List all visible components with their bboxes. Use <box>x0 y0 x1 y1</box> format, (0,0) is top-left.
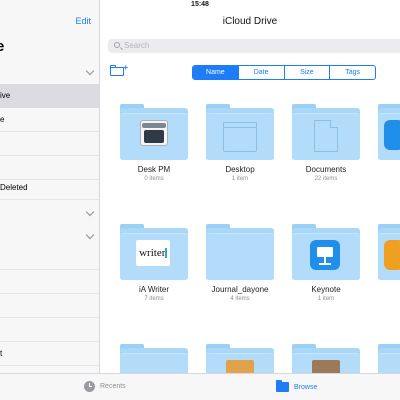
app-icon <box>384 240 400 270</box>
sidebar-item[interactable] <box>0 132 99 156</box>
sidebar-item-label: Deleted <box>0 183 28 192</box>
folder-item[interactable]: Journal_dayone 4 items <box>206 224 274 304</box>
tab-browse-label: Browse <box>294 383 318 391</box>
folder-name: Documents <box>305 165 347 174</box>
writer-icon: writer <box>136 240 170 266</box>
search-placeholder: Search <box>124 41 150 50</box>
search-input[interactable]: Search <box>108 39 400 53</box>
window-icon <box>223 122 257 152</box>
tab-browse[interactable]: Browse <box>276 380 318 392</box>
sidebar: Edit e ive e Deleted <box>0 0 100 373</box>
sidebar-item[interactable] <box>0 294 99 318</box>
tab-bar: Recents Browse <box>0 373 400 400</box>
folder-item[interactable]: writer iA Writer 7 items <box>120 224 188 304</box>
writer-icon-text: writer <box>139 247 166 259</box>
sort-date-tab[interactable]: Date <box>237 66 284 79</box>
keynote-icon <box>310 240 340 270</box>
sort-tags-tab[interactable]: Tags <box>329 66 375 79</box>
app-icon <box>384 120 400 150</box>
folder-count: 22 items <box>314 176 338 182</box>
sidebar-title: e <box>0 38 4 55</box>
folder-name: Keynote <box>311 285 341 294</box>
chevron-down-icon[interactable] <box>85 230 95 240</box>
photo-icon <box>226 360 254 373</box>
folder-item[interactable] <box>292 344 360 373</box>
folder-icon <box>276 380 289 392</box>
folder-count: 1 item <box>317 296 335 302</box>
sidebar-item[interactable]: e <box>0 108 99 132</box>
page-title: iCloud Drive <box>222 16 278 27</box>
folder-item[interactable]: Desk PM 0 items <box>120 104 188 184</box>
sidebar-item-label: e <box>0 115 5 124</box>
search-icon <box>114 42 120 48</box>
sidebar-item[interactable] <box>0 318 99 342</box>
sort-segmented-control: Name Date Size Tags <box>192 65 376 80</box>
folder-item[interactable] <box>378 104 400 184</box>
typewriter-icon <box>140 120 168 146</box>
chevron-down-icon[interactable] <box>85 66 95 76</box>
folder-item[interactable]: Keynote 1 item <box>292 224 360 304</box>
sidebar-item[interactable] <box>0 246 99 270</box>
folder-item[interactable]: Documents 22 items <box>292 104 360 184</box>
photo-icon <box>312 360 340 373</box>
sidebar-item-icloud-drive[interactable]: ive <box>0 84 99 108</box>
sidebar-item-label: t <box>0 349 3 358</box>
folder-item[interactable] <box>206 344 274 373</box>
edit-button[interactable]: Edit <box>75 16 91 26</box>
tab-recents-label: Recents <box>100 383 126 390</box>
sidebar-item-recently-deleted[interactable]: Deleted <box>0 176 99 200</box>
sidebar-item[interactable]: t <box>0 342 99 366</box>
folder-item[interactable] <box>378 224 400 304</box>
document-icon <box>314 120 338 152</box>
folder-item[interactable] <box>378 344 400 373</box>
clock-icon <box>84 381 95 392</box>
sort-size-tab[interactable]: Size <box>283 66 330 79</box>
sidebar-item[interactable] <box>0 270 99 294</box>
status-time: 15:48 <box>191 1 209 8</box>
sidebar-item-label: ive <box>0 91 11 100</box>
new-folder-icon[interactable]: + <box>110 64 128 76</box>
chevron-down-icon[interactable] <box>85 207 95 217</box>
tab-recents[interactable]: Recents <box>84 381 126 392</box>
folder-item[interactable]: Desktop 1 item <box>206 104 274 184</box>
folder-item[interactable] <box>120 344 188 373</box>
sort-name-tab[interactable]: Name <box>193 66 238 79</box>
files-app: 15:48 Edit e ive e Deleted <box>0 0 400 400</box>
